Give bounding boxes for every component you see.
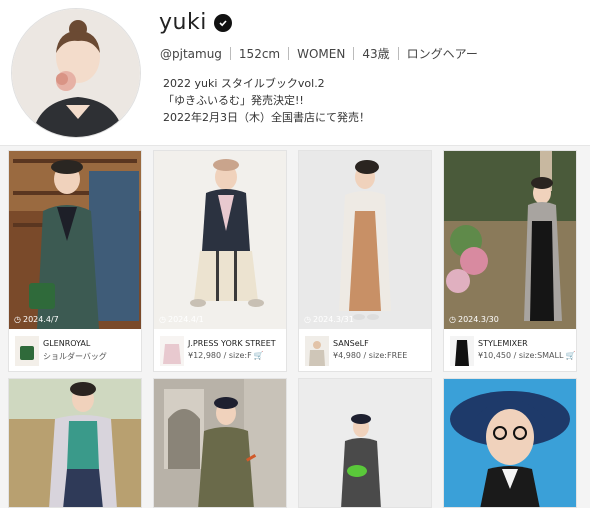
post-date: ◷ 2024.3/30 bbox=[449, 315, 499, 324]
profile-meta: @pjtamug 152cm WOMEN 43歳 ロングヘアー bbox=[160, 45, 478, 62]
divider bbox=[353, 47, 355, 60]
bio-line: 「ゆきふいるむ」発売決定!! bbox=[163, 94, 304, 107]
item-thumbnail bbox=[15, 336, 39, 366]
item-brand: STYLEMIXER bbox=[478, 339, 528, 348]
post-date: ◷ 2024.3/31 bbox=[304, 315, 354, 324]
profile-header: yuki @pjtamug 152cm WOMEN 43歳 ロングヘアー 202… bbox=[0, 0, 590, 146]
item-thumbnail bbox=[305, 336, 329, 366]
post-card[interactable] bbox=[153, 378, 287, 508]
item-detail: ショルダーバッグ bbox=[43, 352, 107, 361]
post-card[interactable] bbox=[443, 378, 577, 508]
divider bbox=[288, 47, 290, 60]
item-detail: ¥10,450 / size:SMALL 🛒 bbox=[478, 351, 576, 360]
post-photo[interactable] bbox=[299, 151, 431, 329]
post-date: ◷ 2024.4/7 bbox=[14, 315, 59, 324]
verified-icon bbox=[213, 13, 232, 32]
profile-hair: ロングヘアー bbox=[406, 47, 478, 61]
cart-icon[interactable]: 🛒 bbox=[565, 351, 575, 360]
clock-icon: ◷ bbox=[159, 315, 166, 324]
post-photo[interactable] bbox=[444, 379, 576, 507]
divider bbox=[397, 47, 399, 60]
bio-line: 2022年2月3日（木）全国書店にて発売！ bbox=[163, 111, 370, 124]
tagged-item[interactable]: J.PRESS YORK STREET ¥12,980 / size:F 🛒 bbox=[154, 331, 286, 371]
post-card[interactable]: ◷ 2024.4/1 J.PRESS YORK STREET ¥12,980 /… bbox=[153, 150, 287, 372]
bio-line: 2022 yuki スタイルブックvol.2 bbox=[163, 77, 325, 90]
divider bbox=[229, 47, 231, 60]
post-card[interactable] bbox=[298, 378, 432, 508]
clock-icon: ◷ bbox=[449, 315, 456, 324]
post-photo[interactable] bbox=[299, 379, 431, 507]
item-brand: SANSeLF bbox=[333, 339, 369, 348]
post-card[interactable]: ◷ 2024.3/30 STYLEMIXER ¥10,450 / size:SM… bbox=[443, 150, 577, 372]
item-detail: ¥4,980 / size:FREE bbox=[333, 351, 408, 360]
item-detail: ¥12,980 / size:F 🛒 bbox=[188, 351, 264, 360]
avatar[interactable] bbox=[11, 8, 141, 138]
post-photo[interactable] bbox=[9, 379, 141, 507]
profile-bio: 2022 yuki スタイルブックvol.2 「ゆきふいるむ」発売決定!! 20… bbox=[163, 75, 370, 126]
profile-handle: @pjtamug bbox=[160, 46, 222, 61]
profile-age: 43歳 bbox=[362, 47, 390, 61]
tagged-item[interactable]: SANSeLF ¥4,980 / size:FREE bbox=[299, 331, 431, 371]
cart-icon[interactable]: 🛒 bbox=[254, 351, 264, 360]
item-thumbnail bbox=[450, 336, 474, 366]
post-photo[interactable] bbox=[9, 151, 141, 329]
post-photo[interactable] bbox=[154, 151, 286, 329]
post-date: ◷ 2024.4/1 bbox=[159, 315, 204, 324]
item-brand: GLENROYAL bbox=[43, 339, 91, 348]
profile-name: yuki bbox=[159, 10, 207, 35]
post-photo[interactable] bbox=[444, 151, 576, 329]
clock-icon: ◷ bbox=[304, 315, 311, 324]
post-card[interactable]: ◷ 2024.3/31 SANSeLF ¥4,980 / size:FREE bbox=[298, 150, 432, 372]
post-card[interactable] bbox=[8, 378, 142, 508]
profile-gender: WOMEN bbox=[297, 46, 346, 61]
profile-height: 152cm bbox=[238, 46, 281, 61]
item-brand: J.PRESS YORK STREET bbox=[188, 339, 276, 348]
tagged-item[interactable]: GLENROYAL ショルダーバッグ bbox=[9, 331, 141, 371]
post-card[interactable]: ◷ 2024.4/7 GLENROYAL ショルダーバッグ bbox=[8, 150, 142, 372]
tagged-item[interactable]: STYLEMIXER ¥10,450 / size:SMALL 🛒 bbox=[444, 331, 576, 371]
post-photo[interactable] bbox=[154, 379, 286, 507]
clock-icon: ◷ bbox=[14, 315, 21, 324]
item-thumbnail bbox=[160, 336, 184, 366]
